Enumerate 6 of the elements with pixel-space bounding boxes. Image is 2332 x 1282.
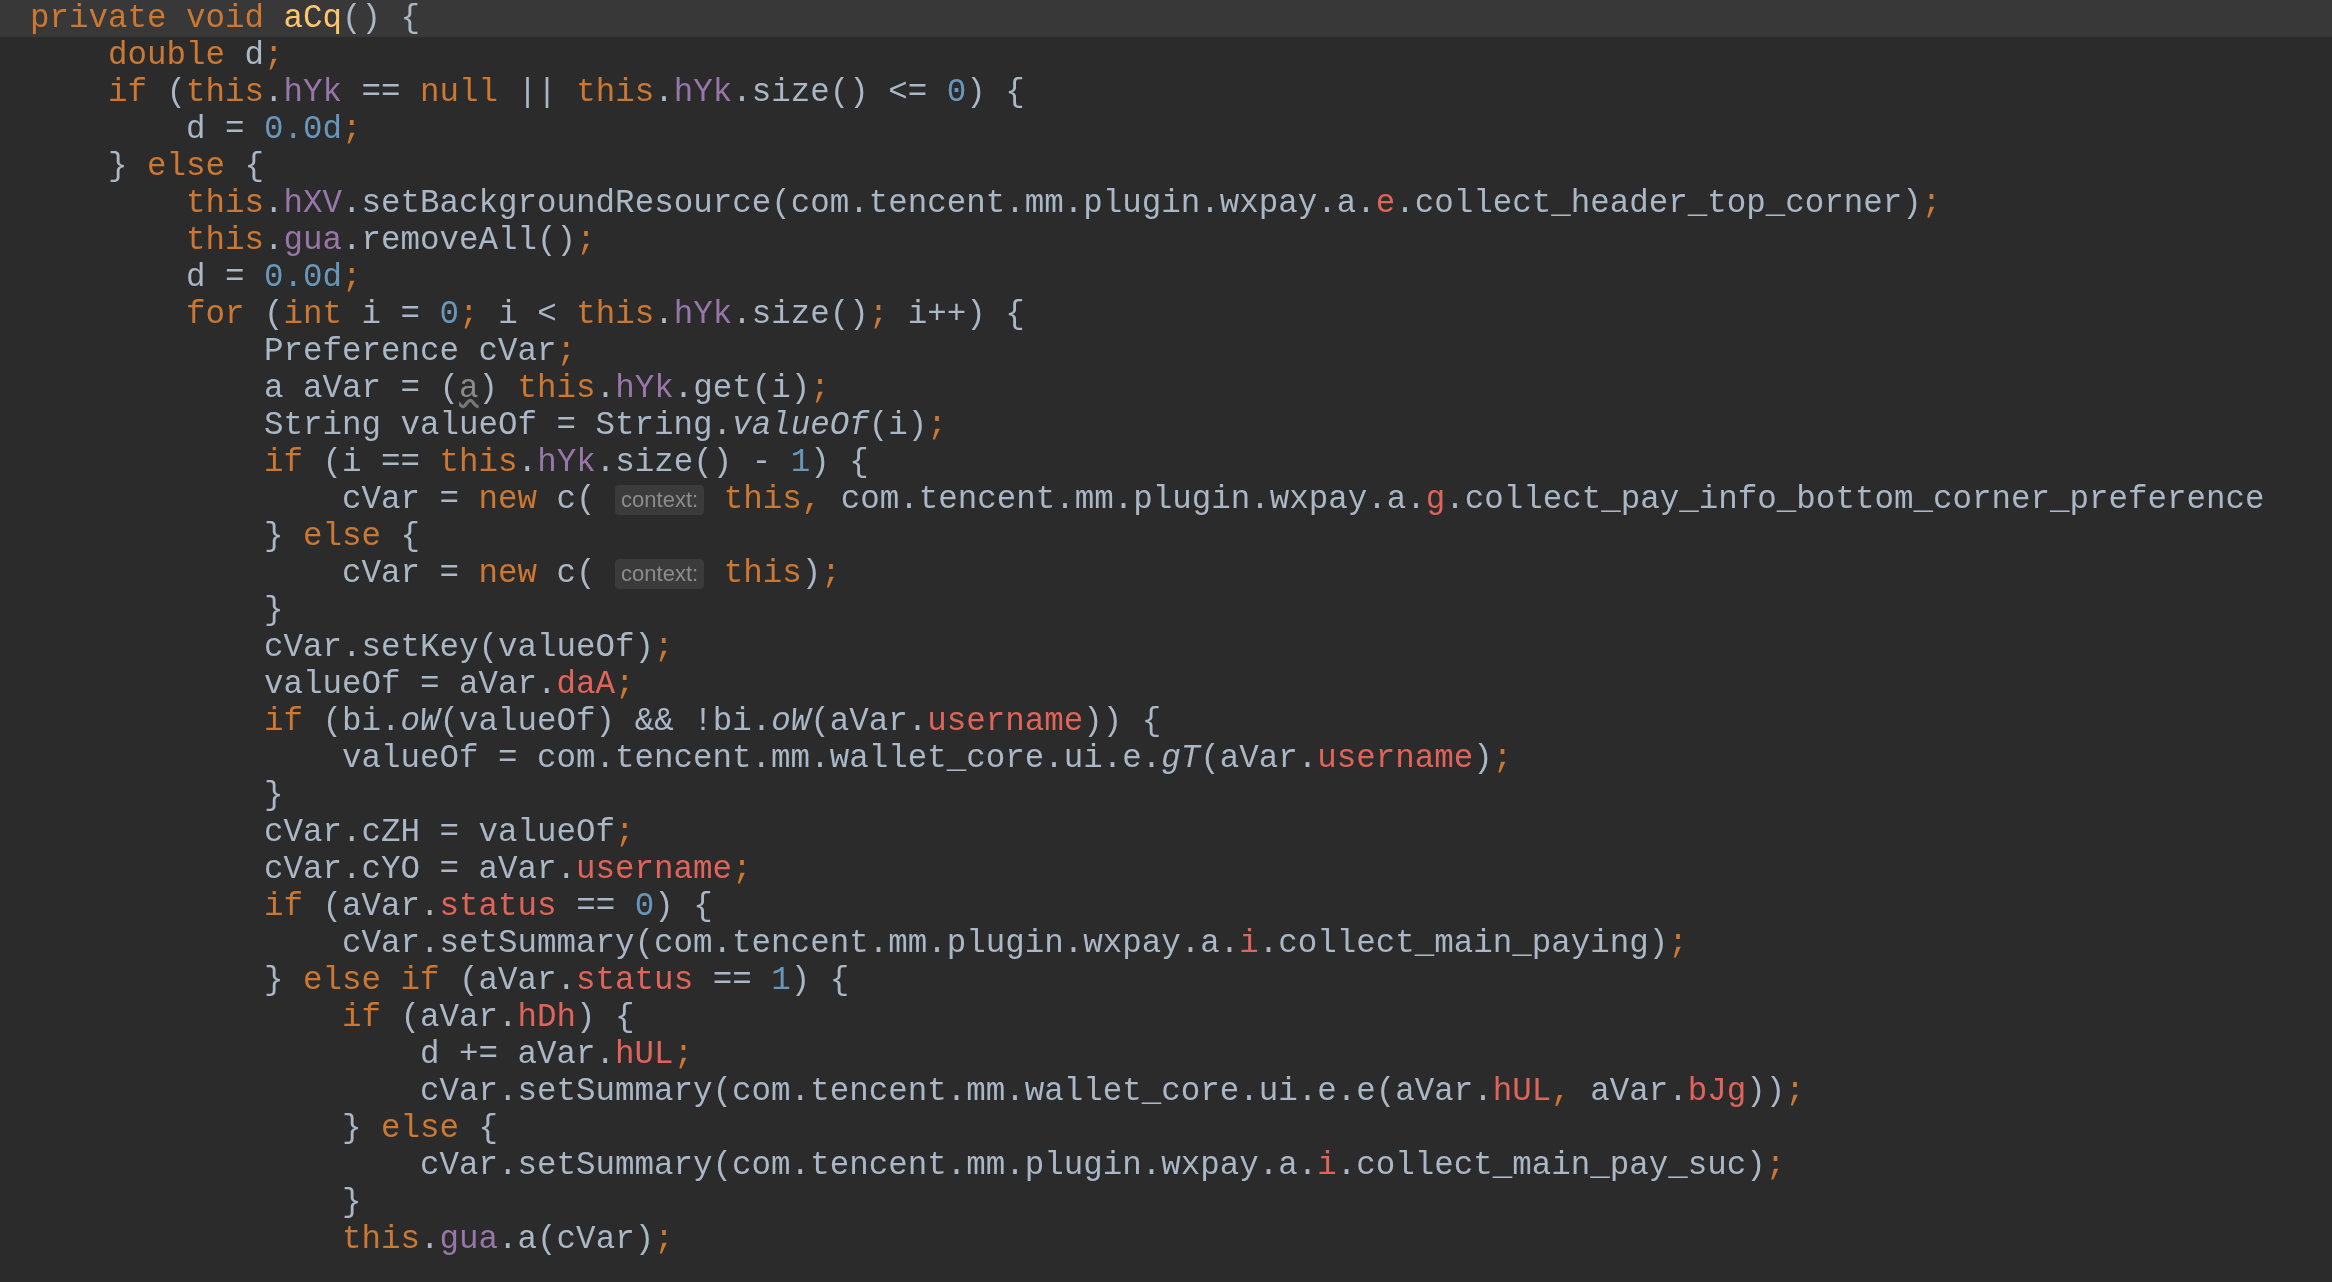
parameter-hint: context:: [615, 484, 705, 515]
code-text: cVar = new c(: [341, 555, 597, 592]
parameter-hint: context:: [615, 558, 705, 589]
code-text: this, com.tencent.mm.plugin.wxpay.a.g.collect_pay_info_bottom_corner_preference: [722, 481, 2265, 518]
code-text: this);: [722, 555, 841, 592]
code-text: cVar = new c(: [341, 481, 597, 518]
